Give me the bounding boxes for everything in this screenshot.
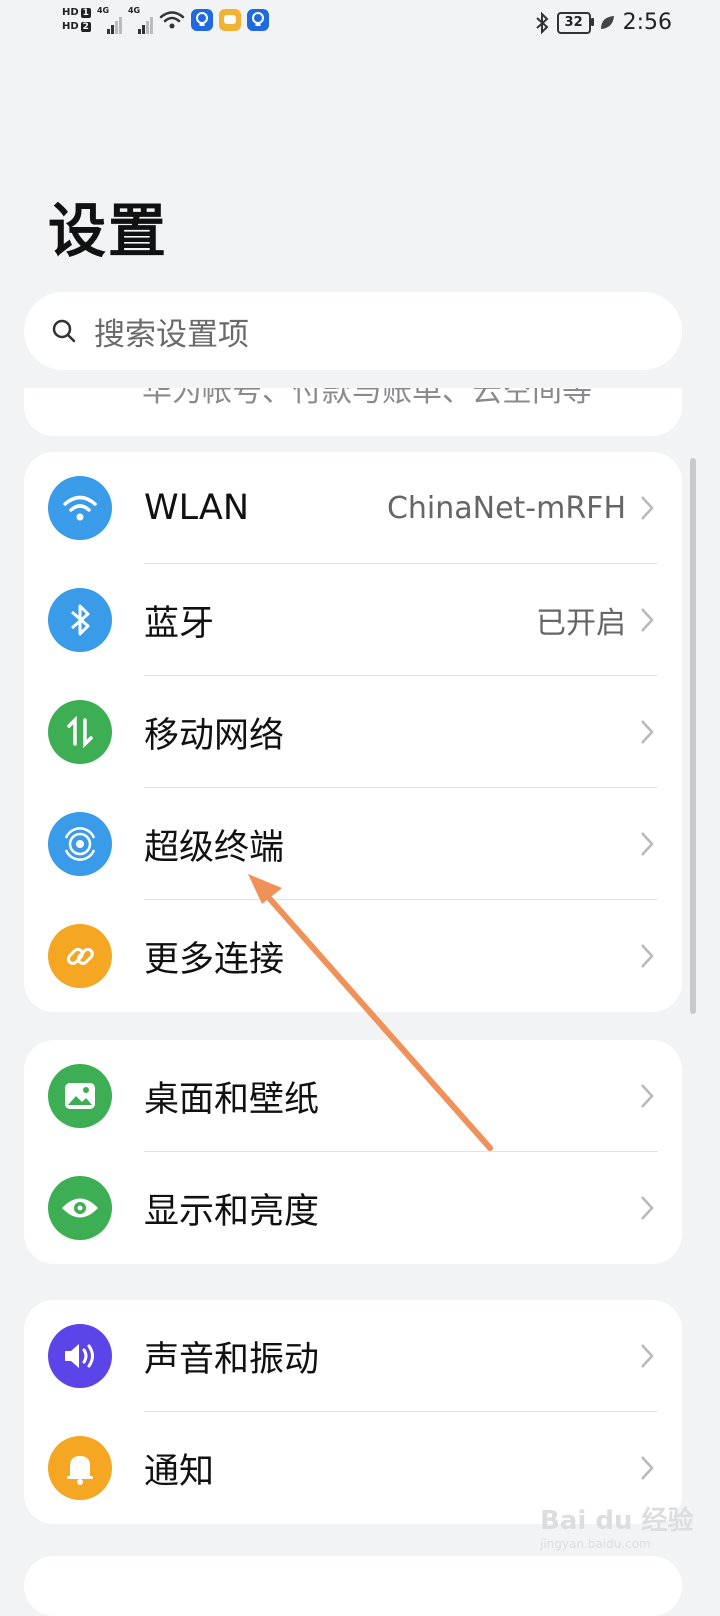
settings-item-label: 更多连接: [144, 939, 285, 980]
status-left: HD 1 HD 2 4G 4G: [62, 6, 269, 34]
settings-item-super-device[interactable]: 超级终端: [24, 788, 682, 900]
settings-item-label: 移动网络: [144, 715, 285, 756]
leaf-icon: [600, 15, 614, 29]
clock: 2:56: [622, 10, 672, 35]
super-device-icon: [48, 812, 112, 876]
chevron-right-icon: [641, 1084, 654, 1108]
settings-item-label: 蓝牙: [144, 603, 215, 644]
settings-item-display-brightness[interactable]: 显示和亮度: [24, 1152, 682, 1264]
chevron-right-icon: [641, 608, 654, 632]
settings-group-sound-notification: 声音和振动 通知: [24, 1300, 682, 1524]
account-card[interactable]: 华为帐号、付款与账单、云空间等: [24, 388, 682, 436]
bell-icon: [48, 1436, 112, 1500]
account-subtitle: 华为帐号、付款与账单、云空间等: [142, 388, 592, 409]
chevron-right-icon: [641, 832, 654, 856]
signal-icon: 4G: [97, 6, 122, 34]
settings-item-value: 已开启: [536, 606, 626, 641]
chevron-right-icon: [641, 1456, 654, 1480]
page-title: 设置: [48, 197, 169, 265]
bluetooth-icon: [48, 588, 112, 652]
settings-item-label: 显示和亮度: [144, 1191, 320, 1232]
settings-item-label: 通知: [144, 1451, 215, 1492]
battery-level: 32: [564, 15, 583, 30]
search-placeholder: 搜索设置项: [94, 316, 249, 353]
settings-group-next: [24, 1556, 682, 1616]
link-icon: [48, 924, 112, 988]
settings-item-bluetooth[interactable]: 蓝牙 已开启: [24, 564, 682, 676]
battery-icon: 32: [556, 11, 594, 34]
status-right: 32 2:56: [535, 10, 672, 35]
mobile-data-icon: [48, 700, 112, 764]
chevron-right-icon: [641, 1344, 654, 1368]
sim-indicators: HD 1 HD 2: [62, 7, 91, 33]
status-bar: HD 1 HD 2 4G 4G 32 2:56: [0, 0, 720, 56]
network-type: 4G: [96, 6, 110, 15]
settings-item-sound-vibration[interactable]: 声音和振动: [24, 1300, 682, 1412]
settings-item-label: 声音和振动: [144, 1339, 320, 1380]
chat-app-icon: [218, 9, 241, 31]
watermark-text: Bai du 经验: [540, 1506, 694, 1536]
bulb-app-icon: [190, 9, 213, 31]
wifi-icon: [159, 11, 185, 29]
wallpaper-icon: [48, 1064, 112, 1128]
speaker-icon: [48, 1324, 112, 1388]
settings-group-display: 桌面和壁纸 显示和亮度: [24, 1040, 682, 1264]
baidu-watermark: Bai du 经验 jingyan.baidu.com: [540, 1500, 694, 1551]
bulb-app-icon: [246, 9, 269, 31]
eye-icon: [48, 1176, 112, 1240]
search-bar[interactable]: 搜索设置项: [24, 292, 682, 370]
chevron-right-icon: [641, 1196, 654, 1220]
sim2-number: 2: [80, 22, 91, 32]
sim2-hd-badge: HD 2: [62, 21, 91, 33]
chevron-right-icon: [641, 720, 654, 744]
settings-item-label: 桌面和壁纸: [144, 1079, 320, 1120]
sim1-number: 1: [80, 8, 91, 18]
bluetooth-icon: [535, 11, 549, 34]
wifi-icon: [48, 476, 112, 540]
chevron-right-icon: [641, 496, 654, 520]
signal-icon: 4G: [128, 6, 153, 34]
hd-label: HD: [62, 7, 79, 18]
search-icon: [52, 319, 76, 343]
scrollbar[interactable]: [690, 458, 696, 1014]
settings-item-more-connections[interactable]: 更多连接: [24, 900, 682, 1012]
settings-item-wallpaper[interactable]: 桌面和壁纸: [24, 1040, 682, 1152]
settings-group-connectivity: WLAN ChinaNet-mRFH 蓝牙 已开启 移动网络 超级终端 更多连接: [24, 452, 682, 1012]
network-type: 4G: [127, 6, 141, 15]
chevron-right-icon: [641, 944, 654, 968]
settings-item-mobile-network[interactable]: 移动网络: [24, 676, 682, 788]
settings-item-wlan[interactable]: WLAN ChinaNet-mRFH: [24, 452, 682, 564]
settings-item-label: 超级终端: [144, 827, 285, 868]
settings-item-value: ChinaNet-mRFH: [386, 490, 626, 526]
settings-item-label: WLAN: [144, 488, 250, 528]
sim1-hd-badge: HD 1: [62, 7, 91, 19]
hd-label: HD: [62, 21, 79, 32]
watermark-sub: jingyan.baidu.com: [540, 1537, 651, 1551]
